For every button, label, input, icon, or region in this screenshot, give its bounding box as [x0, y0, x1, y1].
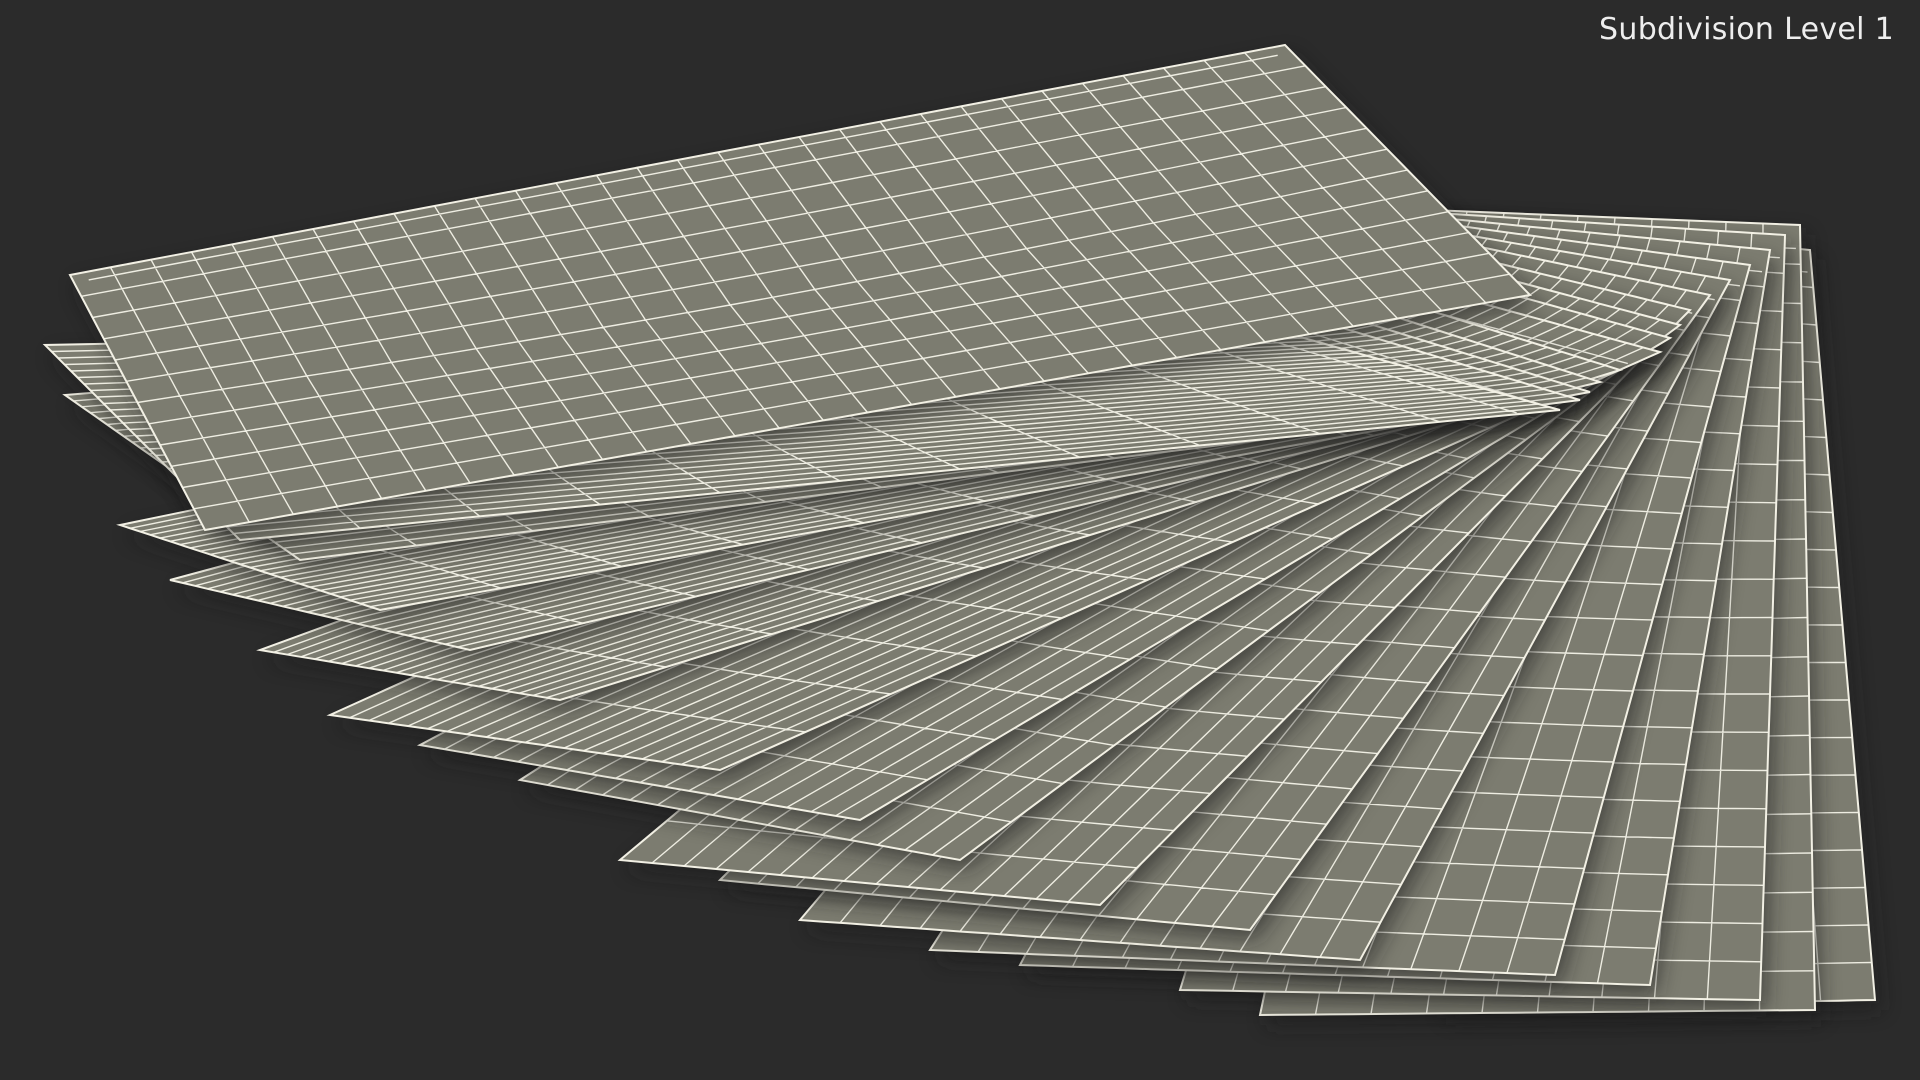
subdivision-level-label: Subdivision Level 1: [1599, 12, 1894, 47]
3d-viewport[interactable]: Subdivision Level 1: [0, 0, 1920, 1080]
wireframe-scene: [42, 43, 1881, 1025]
